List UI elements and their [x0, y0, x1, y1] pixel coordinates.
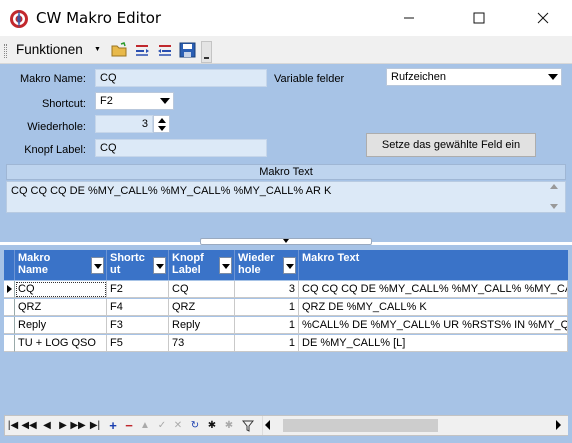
close-button[interactable] — [520, 0, 566, 36]
table-cell[interactable]: F4 — [107, 299, 169, 316]
setze-feld-button[interactable]: Setze das gewählte Feld ein — [366, 133, 536, 157]
scroll-right-icon[interactable] — [556, 420, 561, 430]
post-icon[interactable]: ✓ — [155, 418, 169, 433]
scroll-thumb[interactable] — [283, 419, 438, 432]
scroll-down-icon[interactable] — [550, 204, 558, 209]
table-cell[interactable]: F2 — [107, 281, 169, 298]
shortcut-select[interactable]: F2 — [95, 92, 174, 110]
makro-name-label: Makro Name: — [19, 73, 86, 85]
delete-icon[interactable]: − — [122, 418, 136, 433]
toolbar — [0, 36, 572, 64]
column-header-knopf-label[interactable]: Knopf Label — [169, 250, 235, 280]
toolbar-overflow-button[interactable] — [201, 41, 212, 63]
table-cell[interactable]: Reply — [15, 317, 107, 334]
table-cell[interactable]: F3 — [107, 317, 169, 334]
next-page-icon[interactable]: ▶▶ — [70, 418, 85, 433]
makro-text-area[interactable]: CQ CQ CQ DE %MY_CALL% %MY_CALL% %MY_CALL… — [6, 181, 566, 213]
column-header-makro-text[interactable]: Makro Text — [299, 250, 568, 280]
column-filter-icon[interactable] — [91, 257, 104, 274]
table-cell[interactable]: CQ CQ CQ DE %MY_CALL% %MY_CALL% %MY_CALL — [299, 281, 568, 298]
row-selector[interactable] — [4, 317, 15, 334]
column-header-shortcut[interactable]: Shortc ut — [107, 250, 169, 280]
prev-page-icon[interactable]: ◀◀ — [21, 418, 36, 433]
open-folder-icon[interactable] — [111, 42, 128, 58]
apply-icon[interactable]: ✱ — [205, 418, 219, 433]
funktionen-menu[interactable]: Funktionen — [16, 42, 83, 57]
chevron-down-icon — [160, 98, 170, 104]
column-header-wiederhole[interactable]: Wieder hole — [235, 250, 299, 280]
makro-text-header: Makro Text — [6, 164, 566, 180]
cancel-filter-icon[interactable]: ✱ — [222, 418, 236, 433]
wiederhole-label: Wiederhole: — [27, 121, 86, 133]
shortcut-value: F2 — [100, 95, 113, 107]
makro-text-scrollbar[interactable] — [545, 182, 564, 212]
scroll-left-icon[interactable] — [265, 420, 270, 430]
knopf-label-label: Knopf Label: — [24, 144, 86, 156]
stepper-down-icon[interactable] — [158, 126, 166, 131]
makro-name-field[interactable]: CQ — [95, 69, 267, 87]
knopf-label-field[interactable]: CQ — [95, 139, 267, 157]
row-selector[interactable] — [4, 281, 15, 298]
add-icon[interactable]: + — [106, 418, 120, 433]
funnel-icon — [242, 420, 254, 432]
funktionen-dropdown-icon[interactable]: ▼ — [94, 46, 101, 53]
close-icon — [537, 12, 549, 24]
table-cell[interactable]: F5 — [107, 335, 169, 352]
prev-icon[interactable]: ◀ — [40, 418, 54, 433]
column-filter-icon[interactable] — [283, 257, 296, 274]
refresh-icon[interactable]: ↻ — [188, 418, 202, 433]
row-selector[interactable] — [4, 335, 15, 352]
table-cell[interactable]: 73 — [169, 335, 235, 352]
table-cell[interactable]: 1 — [235, 317, 299, 334]
stepper-up-icon[interactable] — [158, 118, 166, 123]
filter-icon[interactable] — [241, 418, 255, 433]
variable-felder-select[interactable]: Rufzeichen — [386, 68, 562, 86]
variable-felder-label: Variable felder — [274, 73, 345, 85]
minimize-icon — [404, 17, 414, 19]
table-cell[interactable]: 1 — [235, 335, 299, 352]
cancel-icon[interactable]: ✕ — [171, 418, 185, 433]
current-row-icon — [7, 285, 12, 293]
table-cell[interactable]: QRZ — [15, 299, 107, 316]
next-icon[interactable]: ▶ — [56, 418, 70, 433]
chevron-down-icon — [548, 74, 558, 80]
toolbar-grip[interactable] — [4, 44, 7, 58]
header-text: Makro Text — [302, 252, 360, 264]
maximize-button[interactable] — [456, 0, 502, 36]
table-cell[interactable]: CQ — [169, 281, 235, 298]
table-cell[interactable]: QRZ — [169, 299, 235, 316]
scroll-up-icon[interactable] — [550, 184, 558, 189]
shortcut-label: Shortcut: — [41, 98, 86, 110]
first-icon[interactable]: |◀ — [6, 418, 20, 433]
remove-field-icon[interactable] — [156, 42, 173, 58]
table-cell[interactable]: CQ — [15, 281, 107, 298]
minimize-button[interactable] — [386, 0, 432, 36]
wiederhole-stepper[interactable] — [153, 115, 170, 133]
table-cell[interactable]: DE %MY_CALL% [L] — [299, 335, 568, 352]
maximize-icon — [473, 12, 485, 24]
wiederhole-field[interactable]: 3 — [95, 115, 153, 133]
table-cell[interactable]: 3 — [235, 281, 299, 298]
variable-felder-value: Rufzeichen — [391, 71, 447, 83]
table-cell[interactable]: TU + LOG QSO — [15, 335, 107, 352]
column-filter-icon[interactable] — [153, 257, 166, 274]
app-icon — [10, 10, 28, 28]
last-icon[interactable]: ▶| — [88, 418, 102, 433]
table-cell[interactable]: Reply — [169, 317, 235, 334]
table-cell[interactable]: %CALL% DE %MY_CALL% UR %RSTS% IN %MY_QTH — [299, 317, 568, 334]
window-title: CW Makro Editor — [36, 9, 162, 27]
save-icon[interactable] — [179, 42, 196, 58]
insert-field-icon[interactable] — [134, 42, 151, 58]
splitter-chevron-icon — [283, 239, 289, 243]
table-cell[interactable]: QRZ DE %MY_CALL% K — [299, 299, 568, 316]
table-cell[interactable]: 1 — [235, 299, 299, 316]
column-filter-icon[interactable] — [219, 257, 232, 274]
edit-icon[interactable]: ▲ — [138, 418, 152, 433]
grid-corner — [4, 250, 15, 280]
splitter-handle[interactable] — [200, 238, 372, 245]
row-selector[interactable] — [4, 299, 15, 316]
column-header-makro-name[interactable]: Makro Name — [15, 250, 107, 280]
